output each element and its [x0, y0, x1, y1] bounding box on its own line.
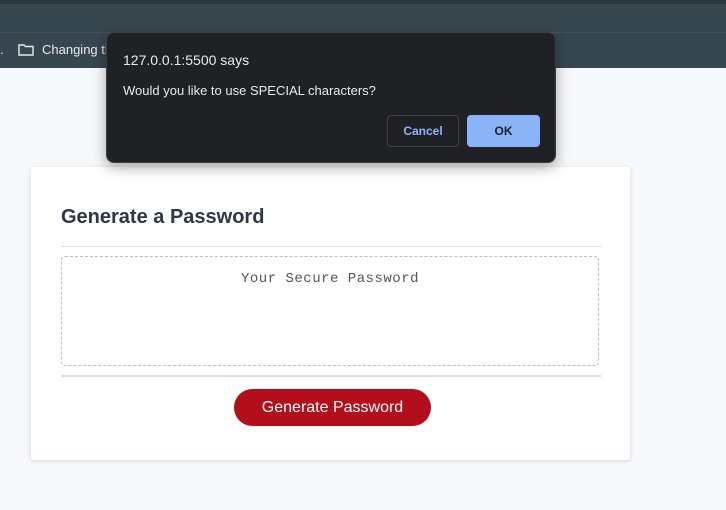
- ok-button[interactable]: OK: [467, 115, 540, 147]
- card-title: Generate a Password: [61, 206, 265, 228]
- generate-password-button[interactable]: Generate Password: [234, 389, 431, 426]
- browser-tab-strip: [0, 0, 726, 32]
- footer-divider: [61, 375, 601, 377]
- password-output[interactable]: [61, 256, 599, 366]
- tab-strip-edge: [0, 0, 726, 4]
- bookmark-folder-label: Changing th: [42, 42, 113, 57]
- bookmark-truncated-item[interactable]: .: [0, 42, 4, 57]
- dialog-origin: 127.0.0.1:5500 says: [123, 52, 250, 68]
- bookmark-folder[interactable]: Changing th: [18, 42, 112, 57]
- folder-icon: [18, 44, 34, 56]
- dialog-message: Would you like to use SPECIAL characters…: [123, 83, 376, 98]
- header-divider: [61, 246, 601, 247]
- alert-dialog: 127.0.0.1:5500 says Would you like to us…: [106, 32, 556, 163]
- password-generator-card: Generate a Password Generate Password: [31, 167, 630, 460]
- cancel-button[interactable]: Cancel: [387, 115, 459, 147]
